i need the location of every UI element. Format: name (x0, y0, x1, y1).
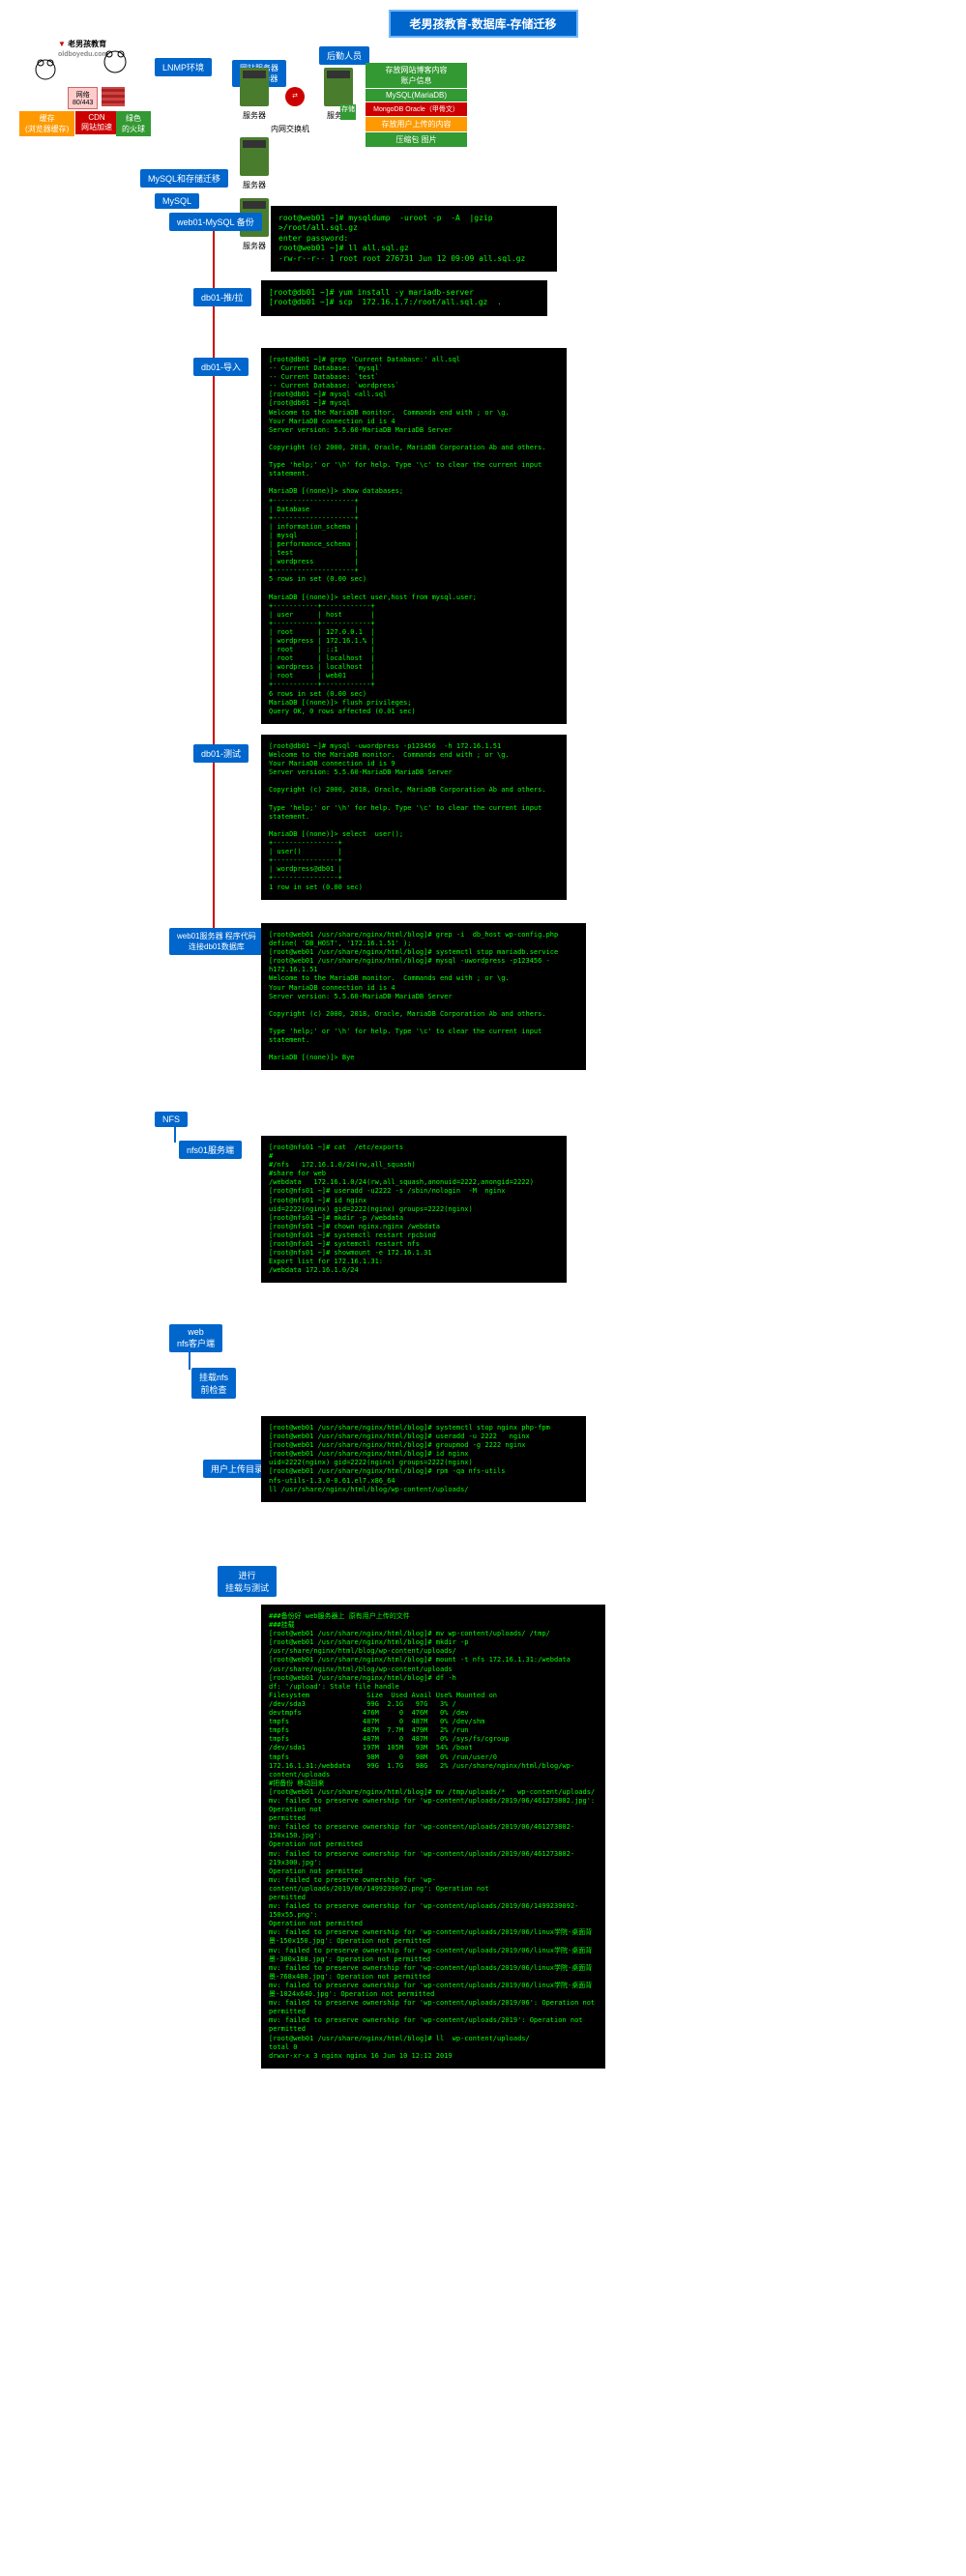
nfs01-box: nfs01服务端 (179, 1141, 242, 1159)
server-icon-3: 服务器 (240, 137, 269, 190)
wall-icon (102, 87, 125, 106)
web-client-box: web nfs客户端 (169, 1324, 222, 1352)
mysql-migrate-box: MySQL和存储迁移 (140, 169, 228, 188)
web01-backup-box: web01-MySQL 备份 (169, 213, 262, 231)
terminal-import: [root@db01 ~]# grep 'Current Database:' … (261, 348, 567, 724)
terminal-mount: ###备份好 web服务器上 原有用户上传的文件 ###挂载 [root@web… (261, 1605, 605, 2069)
terminal-nfs: [root@nfs01 ~]# cat /etc/exports # #/nfs… (261, 1136, 567, 1283)
cache-node: 缓存 (浏览器缓存) (19, 111, 74, 136)
cdn-node: CDN 网站加速 (75, 111, 118, 134)
terminal-conn: [root@web01 /usr/share/nginx/html/blog]#… (261, 923, 586, 1070)
lnmp-node: LNMP环境 (155, 58, 212, 76)
storage-icon: 存储 (340, 104, 356, 120)
switch-icon: ⇄ (285, 87, 305, 106)
mysql-box: MySQL (155, 193, 199, 209)
switch-label: 内网交换机 (271, 124, 309, 134)
nfs-box: NFS (155, 1112, 188, 1127)
terminal-test: [root@db01 ~]# mysql -uwordpress -p12345… (261, 735, 567, 900)
mount-check-box: 挂载nfs 前检查 (191, 1368, 236, 1399)
net-node: 网络 80/443 (68, 87, 98, 109)
brand-logo: ▼ 老男孩教育 oldboyedu.com (58, 39, 108, 58)
db01-import-box: db01-导入 (193, 358, 249, 376)
db-info-group: 存放网站博客内容 账户信息 MySQL(MariaDB) MongoDB Ora… (366, 63, 467, 147)
mount-test-box: 进行 挂载与测试 (218, 1566, 277, 1597)
terminal-check: [root@web01 /usr/share/nginx/html/blog]#… (261, 1416, 586, 1502)
page-title: 老男孩教育-数据库-存储迁移 (389, 10, 578, 38)
db01-test-box: db01-测试 (193, 744, 249, 763)
server-icon-1: 服务器 (240, 68, 269, 121)
terminal-backup: root@web01 ~]# mysqldump -uroot -p -A |g… (271, 206, 557, 272)
db01-pull-box: db01-推/拉 (193, 288, 251, 306)
terminal-pull: [root@db01 ~]# yum install -y mariadb-se… (261, 280, 547, 316)
bear-icon-2 (102, 48, 129, 77)
backend-label: 后勤人员 (319, 46, 369, 65)
green-node: 绿色 的火球 (116, 111, 151, 136)
bear-icon-1 (34, 58, 57, 83)
web01-conn-box: web01服务器 程序代码 连接db01数据库 (169, 928, 264, 955)
